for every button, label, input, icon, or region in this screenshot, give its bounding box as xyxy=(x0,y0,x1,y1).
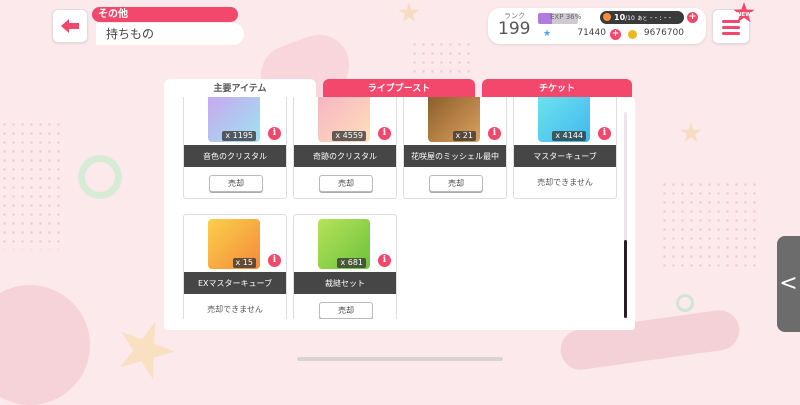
item-quantity: x 15 xyxy=(232,258,256,268)
item-name: マスターキューブ xyxy=(514,145,616,167)
coin-icon xyxy=(628,30,637,39)
item-name: 裁縫セット xyxy=(294,272,396,294)
info-icon[interactable]: i xyxy=(488,127,501,140)
new-badge: NEW xyxy=(733,2,755,24)
unsellable-label: 売却できません xyxy=(207,305,263,314)
back-button[interactable] xyxy=(52,9,88,43)
item-name: EXマスターキューブ xyxy=(184,272,286,294)
item-name: 花咲屋のミッシェル最中 xyxy=(404,145,506,167)
sell-button[interactable]: 売却 xyxy=(209,175,263,192)
item-quantity: x 1195 xyxy=(222,131,256,141)
item-card: x 4559 i 奇跡のクリスタル 売却 xyxy=(293,97,397,199)
star-icon: ★ xyxy=(543,29,552,39)
scrollbar-thumb[interactable] xyxy=(624,240,627,318)
item-quantity: x 4559 xyxy=(332,131,366,141)
item-card: x 681 i 裁縫セット 売却 xyxy=(293,214,397,319)
rank-value: 199 xyxy=(498,19,531,39)
item-card: x 4144 i マスターキューブ 売却できません xyxy=(513,97,617,199)
stamina-display: 10/10 あと - - : - - xyxy=(600,11,684,24)
item-name: 音色のクリスタル xyxy=(184,145,286,167)
page-title: 持ちもの xyxy=(96,23,244,45)
item-card: x 21 i 花咲屋のミッシェル最中 売却 xyxy=(403,97,507,199)
add-stamina-button[interactable]: + xyxy=(687,12,698,23)
item-card: x 15 i EXマスターキューブ 売却できません xyxy=(183,214,287,319)
sell-button[interactable]: 売却 xyxy=(319,302,373,319)
menu-icon-line xyxy=(722,32,740,35)
back-arrow-icon xyxy=(61,19,79,33)
add-stars-button[interactable]: + xyxy=(610,29,621,40)
exp-text: EXP 36% xyxy=(550,13,582,21)
info-icon[interactable]: i xyxy=(268,254,281,267)
stamina-icon xyxy=(603,13,611,21)
info-icon[interactable]: i xyxy=(378,254,391,267)
sell-button[interactable]: 売却 xyxy=(319,175,373,192)
info-icon[interactable]: i xyxy=(598,127,611,140)
item-quantity: x 21 xyxy=(452,131,476,141)
breadcrumb: その他 持ちもの xyxy=(92,7,252,47)
item-quantity: x 681 xyxy=(337,258,366,268)
player-status: ランク 199 EXP 36% 10/10 あと - - : - - + ★ 7… xyxy=(488,8,706,44)
side-drawer-handle[interactable]: < xyxy=(777,236,800,332)
home-indicator xyxy=(297,357,503,361)
scrollbar[interactable] xyxy=(624,112,627,318)
breadcrumb-category: その他 xyxy=(92,7,238,22)
sell-button[interactable]: 売却 xyxy=(429,175,483,192)
item-name: 奇跡のクリスタル xyxy=(294,145,396,167)
item-card: x 1195 i 音色のクリスタル 売却 xyxy=(183,97,287,199)
coin-count: 9676700 xyxy=(643,28,684,38)
tab-main-items[interactable]: 主要アイテム xyxy=(164,79,316,99)
info-icon[interactable]: i xyxy=(268,127,281,140)
tab-live-boost[interactable]: ライブブースト xyxy=(323,79,475,99)
svg-text:NEW: NEW xyxy=(737,12,751,18)
star-count: 71440 xyxy=(577,28,606,38)
item-panel: x 1195 i 音色のクリスタル 売却 x 4559 i 奇跡のクリスタル 売… xyxy=(164,97,635,330)
tab-ticket[interactable]: チケット xyxy=(482,79,632,99)
info-icon[interactable]: i xyxy=(378,127,391,140)
menu-icon-line xyxy=(722,26,740,29)
item-grid[interactable]: x 1195 i 音色のクリスタル 売却 x 4559 i 奇跡のクリスタル 売… xyxy=(182,97,622,319)
unsellable-label: 売却できません xyxy=(537,178,593,187)
item-quantity: x 4144 xyxy=(552,131,586,141)
